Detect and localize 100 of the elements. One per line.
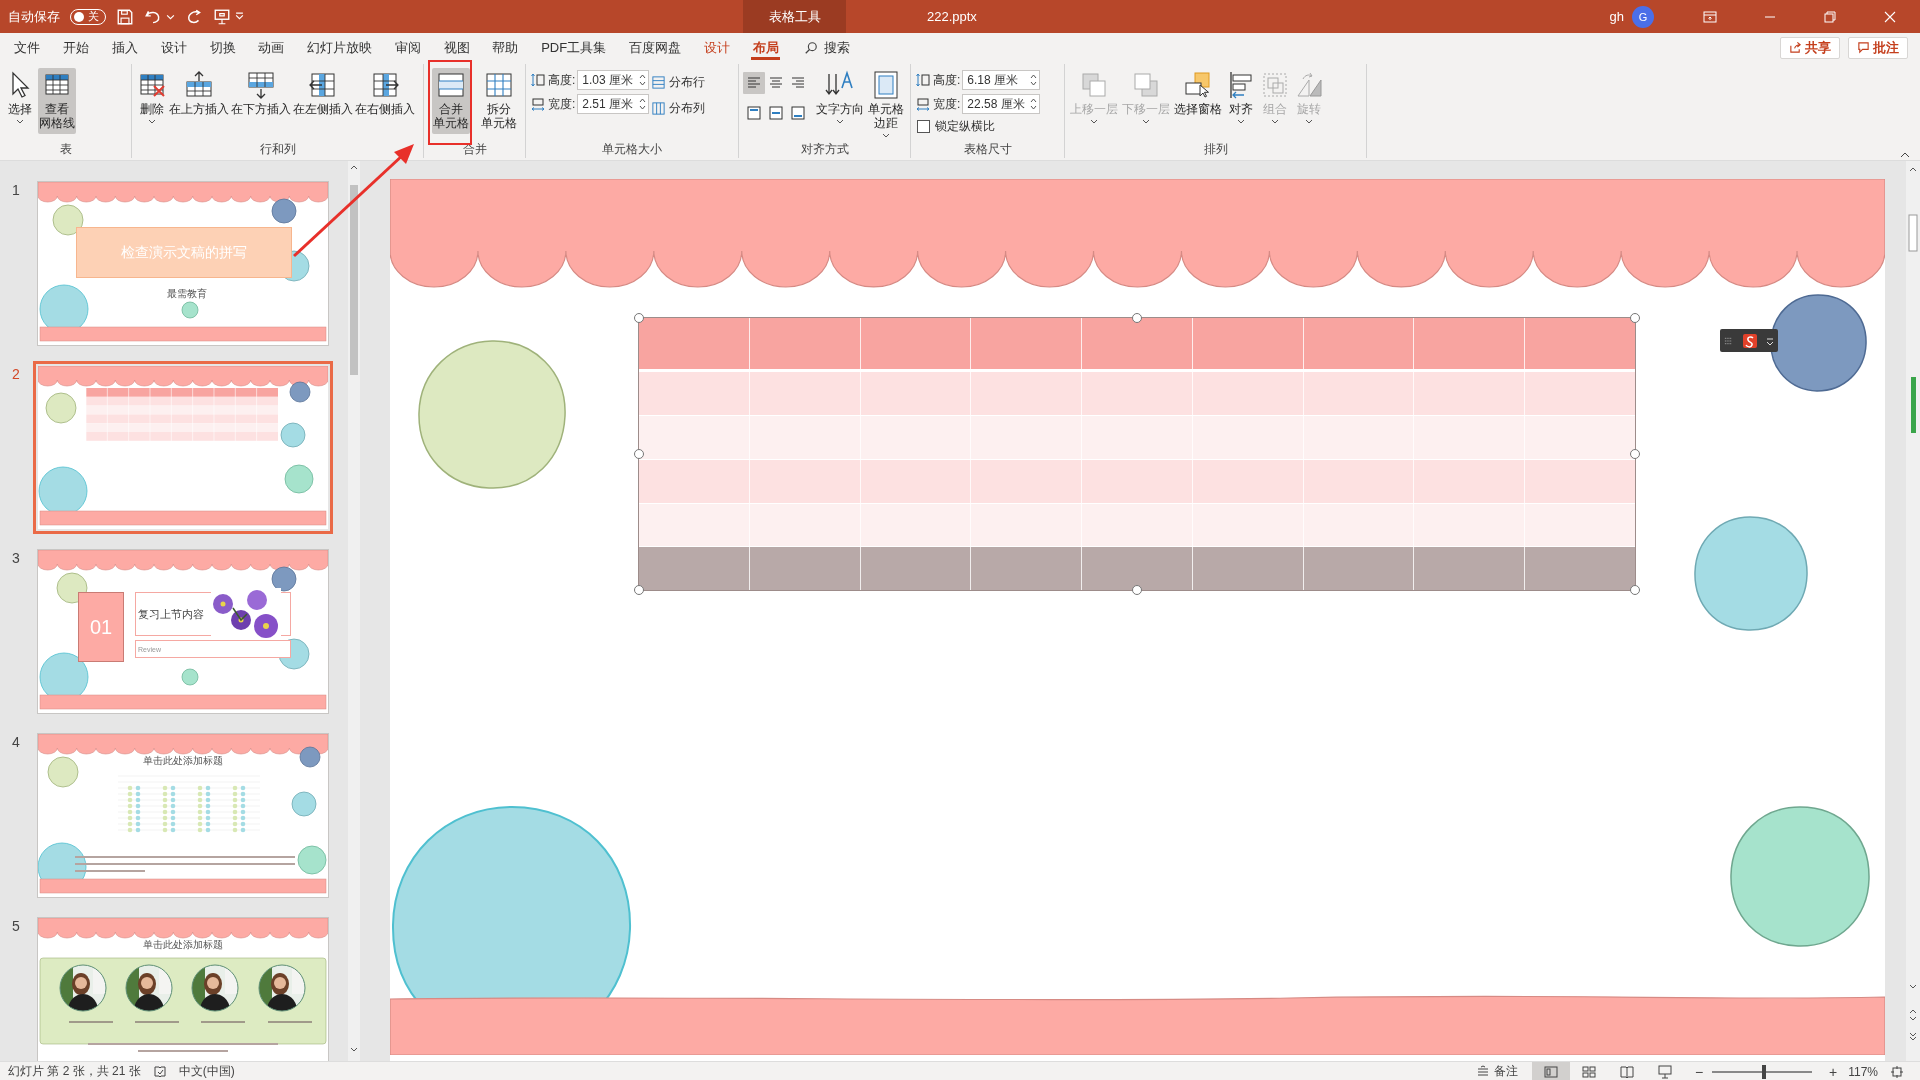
ribbon-tab[interactable]: 幻灯片放映 (295, 33, 384, 62)
notes-icon (1476, 1064, 1491, 1079)
spin-arrows-icon[interactable] (1029, 96, 1039, 112)
ribbon-button[interactable]: 分布列 (651, 98, 706, 118)
resize-handle[interactable] (1132, 313, 1142, 323)
spin-field[interactable]: 2.51 厘米 (577, 94, 650, 114)
ribbon-tab[interactable]: 切换 (198, 33, 247, 62)
ribbon-tab[interactable]: 文件 (3, 33, 52, 62)
language-indicator[interactable]: 中文(中国) (178, 1063, 235, 1080)
ribbon-tab[interactable]: 布局 (741, 33, 790, 62)
zoom-out-button[interactable]: − (1692, 1063, 1707, 1080)
collapse-ribbon-icon[interactable] (1900, 152, 1910, 158)
selection-pane-icon (1183, 70, 1213, 100)
redo-icon[interactable] (185, 7, 203, 26)
circle-shape (271, 198, 297, 224)
ribbon-tab[interactable]: 设计 (149, 33, 199, 62)
spin-field[interactable]: 1.03 厘米 (577, 70, 650, 90)
customize-icon[interactable] (235, 12, 244, 21)
caret-icon (882, 133, 890, 138)
ribbon-button[interactable]: 在下方插入 (230, 68, 292, 134)
circle-shape (271, 566, 297, 592)
ribbon-button[interactable]: 文字方向 (815, 68, 865, 134)
comment-button[interactable]: 批注 (1848, 36, 1908, 59)
ribbon-button[interactable]: 合并 单元格 (432, 68, 470, 134)
slide-thumbnail[interactable]: 检查演示文稿的拼写 最需教育 (38, 182, 328, 345)
vertical-align-icon (768, 105, 784, 121)
normal-view-icon (1544, 1064, 1559, 1079)
spin-field[interactable]: 6.18 厘米 (962, 70, 1041, 90)
ribbon-button[interactable]: 分布行 (651, 72, 706, 92)
height-icon (530, 72, 546, 88)
ribbon-tab[interactable]: 动画 (246, 33, 296, 62)
ribbon-tab[interactable]: PDF工具集 (529, 33, 618, 62)
caret-icon (1305, 119, 1313, 124)
slideshow-icon (1658, 1064, 1673, 1079)
ribbon-tab[interactable]: 百度网盘 (617, 33, 693, 62)
width-icon (915, 96, 931, 112)
caret-icon[interactable] (1766, 335, 1774, 346)
ribbon-button[interactable]: 选择 (4, 68, 36, 134)
checkbox[interactable] (917, 120, 930, 133)
ribbon-button[interactable]: 删除 (136, 68, 168, 134)
ribbon-tab[interactable]: 开始 (51, 33, 101, 62)
group-icon (1260, 70, 1290, 100)
slider-thumb[interactable] (1762, 1064, 1767, 1079)
user-avatar[interactable]: G (1632, 5, 1654, 28)
lock-aspect-checkbox[interactable]: 锁定纵横比 (917, 118, 1041, 135)
notes-button[interactable]: 备注 (1476, 1063, 1519, 1080)
ribbon-button[interactable]: 在上方插入 (168, 68, 230, 134)
comment-icon (1857, 41, 1870, 54)
circle-shape (47, 756, 79, 788)
spin-arrows-icon[interactable] (1029, 72, 1039, 88)
resize-handle[interactable] (1630, 449, 1640, 459)
spin-arrows-icon[interactable] (638, 96, 648, 112)
slide-thumbnail[interactable]: 单击此处添加标题 (38, 734, 328, 897)
group-label: 表格尺寸 (962, 142, 1013, 158)
slide-title: 复习上节内容 (138, 606, 204, 622)
ribbon-button[interactable]: 选择窗格 (1173, 68, 1223, 134)
search-field[interactable]: 搜索 (823, 40, 884, 55)
view-button[interactable] (1532, 1061, 1571, 1080)
resize-handle[interactable] (634, 313, 644, 323)
table[interactable] (639, 318, 1635, 590)
floating-toolbar[interactable] (1720, 329, 1778, 352)
ribbon-tab[interactable]: 视图 (432, 33, 482, 62)
spelling-check-icon[interactable] (152, 1064, 167, 1079)
cell-margins-icon (871, 70, 901, 100)
ribbon-tab[interactable]: 审阅 (383, 33, 433, 62)
resize-handle[interactable] (1630, 313, 1640, 323)
vertical-scrollbar[interactable] (1906, 161, 1920, 1061)
app-icon[interactable] (1742, 333, 1757, 348)
ribbon-tab[interactable]: 设计 (692, 33, 742, 62)
file-name: 222.pptx (927, 9, 977, 24)
vertical-align-icon (746, 105, 762, 121)
share-button[interactable]: 共享 (1780, 36, 1840, 59)
bring-forward-icon (1079, 70, 1109, 100)
vertical-scrollbar[interactable] (348, 161, 360, 1061)
resize-handle[interactable] (634, 449, 644, 459)
spin-arrows-icon[interactable] (638, 72, 648, 88)
zoom-level[interactable]: 117% (1848, 1064, 1878, 1079)
ribbon-button[interactable]: 在左侧插入 (292, 68, 354, 134)
caret-icon[interactable] (166, 12, 175, 21)
ribbon-button[interactable]: 拆分 单元格 (480, 68, 518, 134)
zoom-in-button[interactable]: + (1826, 1063, 1841, 1080)
save-icon[interactable] (116, 7, 134, 26)
caret-icon (1090, 119, 1098, 124)
grip-icon[interactable] (1724, 335, 1733, 346)
text-align-icon (790, 75, 806, 91)
ribbon-button[interactable]: 单元格 边距 (867, 68, 905, 140)
ribbon-button[interactable]: 在右侧插入 (354, 68, 416, 134)
resize-handle[interactable] (1630, 585, 1640, 595)
ribbon-button[interactable]: 查看 网格线 (38, 68, 76, 134)
spin-field[interactable]: 22.58 厘米 (962, 94, 1041, 114)
ribbon-tab[interactable]: 帮助 (481, 33, 530, 62)
resize-handle[interactable] (1132, 585, 1142, 595)
ribbon-button[interactable]: 对齐 (1225, 68, 1257, 134)
distribute-rows-icon (651, 74, 667, 90)
resize-handle[interactable] (634, 585, 644, 595)
slide-thumbnail[interactable]: 单击此处添加标题 (38, 918, 328, 1061)
ribbon-tab[interactable]: 插入 (100, 33, 150, 62)
align-button[interactable] (743, 72, 765, 94)
presentation-icon[interactable] (213, 7, 231, 26)
fit-to-window-icon[interactable] (1890, 1064, 1904, 1079)
